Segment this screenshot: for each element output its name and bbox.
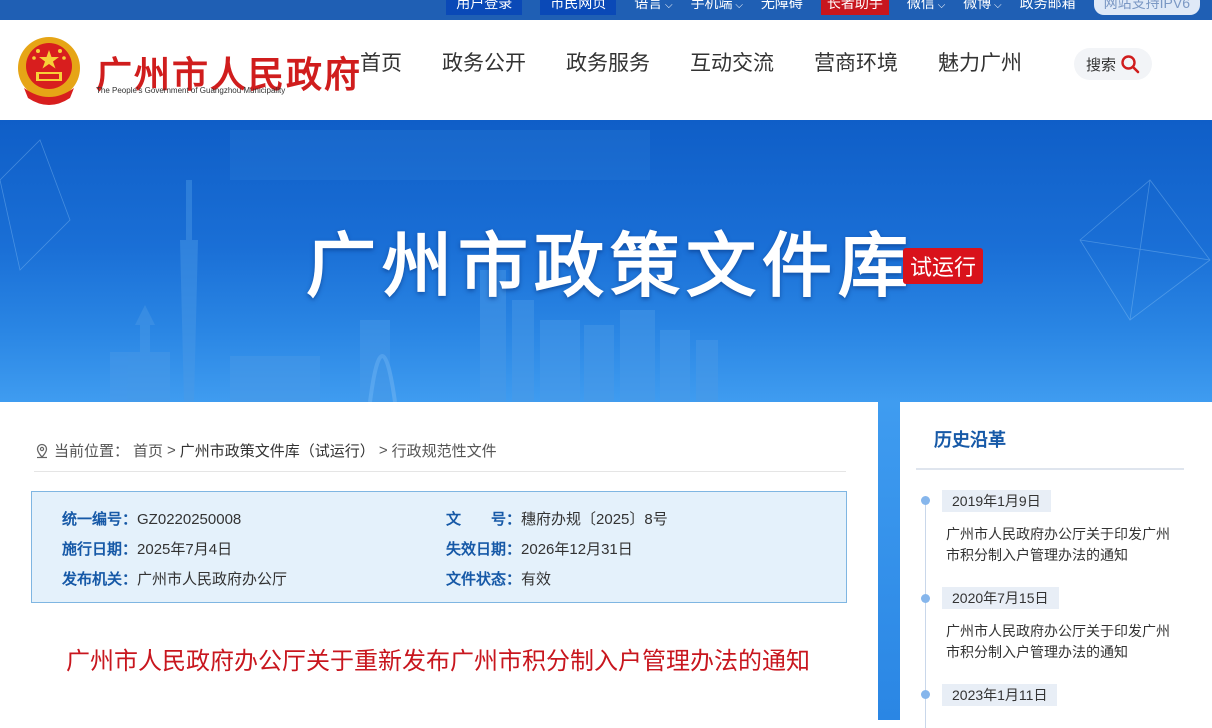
utility-links: 用户登录 市民网页 语言 手机端 无障碍 长者助手 微信 微博 政务邮箱 网站支… — [446, 0, 1200, 15]
breadcrumb: 当前位置： 首页 > 广州市政策文件库（试运行） > 行政规范性文件 — [34, 440, 497, 461]
weibo-dropdown[interactable]: 微博 — [963, 0, 1001, 13]
language-dropdown[interactable]: 语言 — [634, 0, 672, 13]
history-date: 2019年1月9日 — [942, 490, 1051, 512]
history-date: 2020年7月15日 — [942, 587, 1059, 609]
nav-charm-guangzhou[interactable]: 魅力广州 — [938, 50, 1022, 78]
breadcrumb-separator: > — [167, 442, 176, 459]
search-label: 搜索 — [1085, 56, 1116, 74]
history-entry-link[interactable]: 广州市人民政府办公厅关于印发广州市积分制入户管理办法的通知 — [946, 524, 1176, 566]
breadcrumb-prefix: 当前位置： — [54, 443, 130, 460]
breadcrumb-separator: > — [378, 442, 388, 459]
mobile-dropdown[interactable]: 手机端 — [691, 0, 743, 13]
effective-label: 施行日期： — [62, 541, 138, 558]
code-value: GZ0220250008 — [137, 511, 242, 528]
breadcrumb-divider — [34, 471, 846, 472]
main-content: 当前位置： 首页 > 广州市政策文件库（试运行） > 行政规范性文件 统一编号：… — [0, 402, 878, 720]
status-label: 文件状态： — [446, 571, 522, 588]
top-utility-bar: 用户登录 市民网页 语言 手机端 无障碍 长者助手 微信 微博 政务邮箱 网站支… — [0, 0, 1212, 20]
history-entry-link[interactable]: 广州市人民政府办公厅关于印发广州市积分制入户管理办法的通知 — [946, 621, 1176, 663]
library-banner: 广州市政策文件库 试运行 — [0, 120, 1212, 402]
main-nav: 首页 政务公开 政务服务 互动交流 营商环境 魅力广州 — [360, 50, 1062, 78]
expiry-value: 2026年12月31日 — [521, 541, 633, 558]
nav-business-environment[interactable]: 营商环境 — [814, 50, 898, 78]
info-docno: 文 号：穗府办规〔2025〕8号 — [446, 508, 668, 529]
search-icon — [1121, 55, 1140, 74]
nav-gov-affairs-public[interactable]: 政务公开 — [442, 50, 526, 78]
history-divider — [916, 468, 1184, 470]
site-header: 广州市人民政府 The People's Government of Guang… — [0, 20, 1212, 120]
document-info-box: 统一编号：GZ0220250008 文 号：穗府办规〔2025〕8号 施行日期：… — [31, 491, 847, 603]
accessibility-link[interactable]: 无障碍 — [761, 0, 803, 13]
ipv6-badge: 网站支持IPV6 — [1093, 0, 1200, 15]
info-code: 统一编号：GZ0220250008 — [62, 508, 241, 529]
login-link[interactable]: 用户登录 — [446, 0, 523, 15]
timeline-dot — [921, 690, 930, 699]
history-date: 2023年1月11日 — [942, 684, 1058, 706]
nav-interaction[interactable]: 互动交流 — [690, 50, 774, 78]
banner-side-strip — [878, 402, 900, 720]
expiry-label: 失效日期： — [446, 541, 522, 558]
trial-badge: 试运行 — [903, 248, 984, 284]
elder-assistant-link[interactable]: 长者助手 — [820, 0, 889, 15]
docno-value: 穗府办规〔2025〕8号 — [521, 511, 668, 528]
info-status: 文件状态：有效 — [446, 568, 551, 589]
national-emblem-icon[interactable] — [16, 36, 82, 108]
location-pin-icon — [36, 443, 48, 458]
wechat-dropdown[interactable]: 微信 — [907, 0, 945, 13]
nav-gov-services[interactable]: 政务服务 — [566, 50, 650, 78]
breadcrumb-library[interactable]: 广州市政策文件库（试运行） — [180, 440, 375, 461]
history-heading: 历史沿革 — [934, 430, 1006, 450]
nav-home[interactable]: 首页 — [360, 50, 402, 78]
effective-value: 2025年7月4日 — [137, 541, 233, 558]
citizen-page-link[interactable]: 市民网页 — [540, 0, 617, 15]
banner-title: 广州市政策文件库 — [306, 224, 914, 307]
gov-mail-link[interactable]: 政务邮箱 — [1020, 0, 1076, 13]
info-issuer: 发布机关：广州市人民政府办公厅 — [62, 568, 287, 589]
history-panel: 历史沿革 2019年1月9日 广州市人民政府办公厅关于印发广州市积分制入户管理办… — [900, 402, 1200, 728]
document-title: 广州市人民政府办公厅关于重新发布广州市积分制入户管理办法的通知 — [66, 648, 810, 675]
timeline-dot — [921, 496, 930, 505]
breadcrumb-home[interactable]: 首页 — [133, 440, 163, 461]
info-effective: 施行日期：2025年7月4日 — [62, 538, 232, 559]
status-value: 有效 — [521, 571, 552, 588]
timeline-dot — [921, 594, 930, 603]
docno-label: 文 号： — [446, 511, 522, 528]
site-subtitle: The People's Government of Guangzhou Mun… — [96, 86, 286, 95]
issuer-label: 发布机关： — [62, 571, 138, 588]
breadcrumb-current[interactable]: 行政规范性文件 — [392, 440, 497, 461]
search-button[interactable]: 搜索 — [1074, 48, 1152, 80]
issuer-value: 广州市人民政府办公厅 — [137, 571, 288, 588]
code-label: 统一编号： — [62, 511, 138, 528]
info-expiry: 失效日期：2026年12月31日 — [446, 538, 633, 559]
